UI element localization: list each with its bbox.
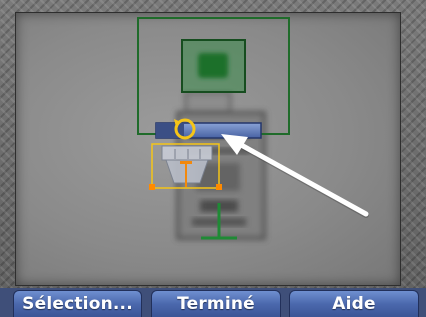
preview-scene — [137, 17, 369, 240]
select-button-label: Sélection... — [22, 294, 133, 314]
help-button[interactable]: Aide — [289, 290, 419, 317]
resize-handle-right[interactable] — [216, 184, 222, 190]
done-button[interactable]: Terminé — [151, 290, 281, 317]
camera-preview[interactable] — [15, 12, 401, 286]
select-button[interactable]: Sélection... — [13, 290, 142, 317]
done-button-label: Terminé — [177, 294, 255, 314]
help-button-label: Aide — [332, 294, 376, 314]
green-marker-blur — [198, 53, 228, 78]
resize-handle-left[interactable] — [149, 184, 155, 190]
